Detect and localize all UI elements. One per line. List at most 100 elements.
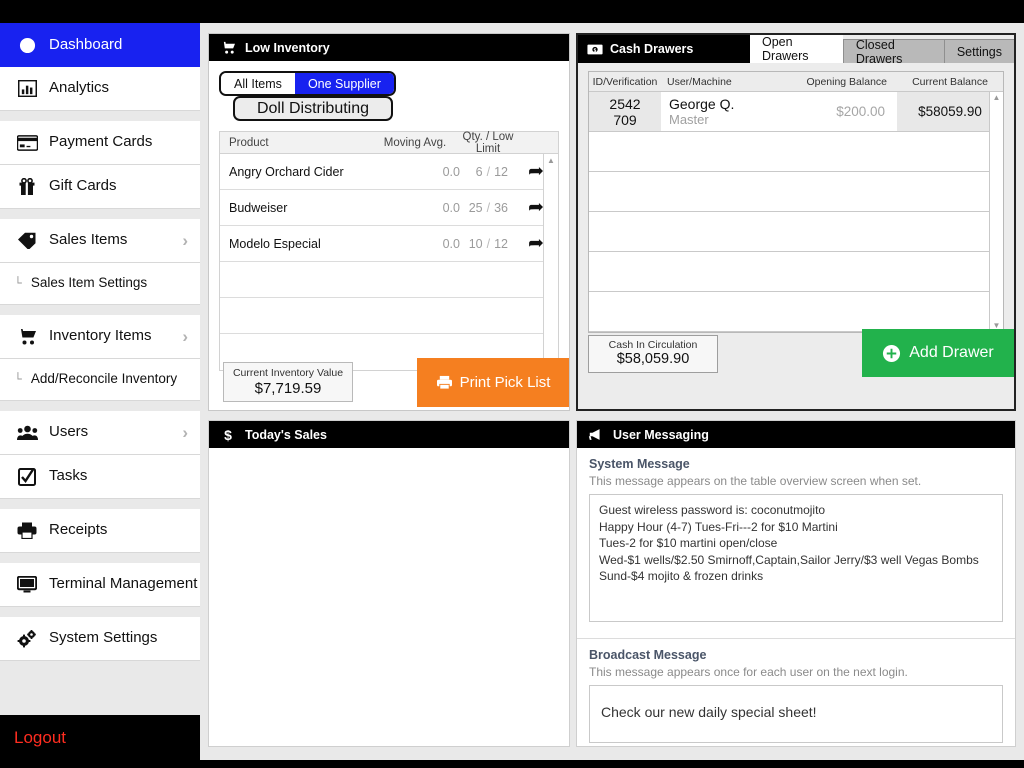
table-row[interactable]: Modelo Especial 0.0 10/12 ➦ (220, 226, 558, 262)
dashboard-app: Dashboard Analytics Payment Cards Gift Card… (0, 0, 1024, 768)
user-messaging-header: User Messaging (577, 421, 1015, 448)
sidebar: Dashboard Analytics Payment Cards Gift Card… (0, 23, 200, 760)
sidebar-item-label: Inventory Items (49, 327, 152, 345)
cell-qty-low-limit: 25/36 (460, 201, 514, 215)
low-inventory-scrollbar[interactable]: ▲ ▼ (543, 154, 558, 370)
scroll-up-icon[interactable]: ▲ (993, 92, 1001, 104)
sidebar-item-add-reconcile-inventory[interactable]: └ Add/Reconcile Inventory (0, 359, 200, 401)
scroll-up-icon[interactable]: ▲ (547, 154, 555, 168)
dollar-icon: $ (224, 426, 232, 443)
sidebar-item-receipts[interactable]: Receipts (0, 509, 200, 553)
top-chrome-bar (0, 0, 1024, 23)
system-message-input[interactable] (589, 494, 1003, 622)
sidebar-group-divider (0, 499, 200, 509)
column-moving-avg: Moving Avg. (383, 136, 447, 149)
broadcast-message-section: Broadcast Message This message appears o… (577, 639, 1015, 748)
sidebar-item-inventory-items[interactable]: Inventory Items › (0, 315, 200, 359)
table-row-empty (589, 212, 1003, 252)
branch-glyph-icon: └ (14, 276, 22, 291)
chevron-right-icon: › (182, 230, 188, 250)
monitor-icon (14, 574, 40, 596)
column-id-verification: ID/Verification (592, 75, 658, 88)
cell-moving-avg: 0.0 (442, 164, 460, 179)
system-message-heading: System Message (589, 457, 690, 471)
table-row[interactable]: Angry Orchard Cider 0.0 6/12 ➦ (220, 154, 558, 190)
qty-separator: / (486, 236, 491, 251)
sidebar-item-sales-item-settings[interactable]: └ Sales Item Settings (0, 263, 200, 305)
cell-moving-avg: 0.0 (442, 236, 460, 251)
filter-one-supplier[interactable]: One Supplier (294, 73, 394, 94)
column-current-balance: Current Balance (912, 75, 988, 88)
table-row-empty (589, 292, 1003, 332)
sidebar-group-divider (0, 305, 200, 315)
cash-drawers-panel: $ Cash Drawers Open Drawers Closed Drawe… (576, 33, 1016, 411)
sidebar-item-label: Receipts (49, 521, 108, 539)
sidebar-item-sales-items[interactable]: Sales Items › (0, 219, 200, 263)
sidebar-item-analytics[interactable]: Analytics (0, 67, 200, 111)
logout-label: Logout (14, 727, 66, 747)
qty-separator: / (486, 200, 491, 215)
sidebar-item-tasks[interactable]: Tasks (0, 455, 200, 499)
sidebar-group-divider (0, 111, 200, 121)
sidebar-item-label: Payment Cards (49, 133, 153, 151)
table-row-empty (220, 298, 558, 334)
low-inventory-body: All Items One Supplier Doll Distributing… (209, 61, 569, 371)
cell-product: Modelo Especial (229, 236, 321, 251)
svg-text:$: $ (593, 48, 596, 54)
sidebar-group-divider (0, 401, 200, 411)
cash-drawers-header: $ Cash Drawers Open Drawers Closed Drawe… (578, 35, 1014, 66)
user-messaging-title: User Messaging (613, 427, 709, 442)
money-bill-icon: $ (587, 44, 603, 55)
sidebar-item-gift-cards[interactable]: Gift Cards (0, 165, 200, 209)
gift-icon (14, 176, 40, 198)
sidebar-item-payment-cards[interactable]: Payment Cards (0, 121, 200, 165)
sidebar-item-label: Tasks (49, 467, 88, 485)
dashboard-icon (14, 34, 40, 56)
cell-user-machine: George Q. Master (661, 92, 791, 131)
cell-low-limit: 36 (494, 200, 508, 215)
plus-circle-icon (882, 344, 901, 363)
bottom-chrome-bar (0, 760, 1024, 768)
sidebar-nav: Dashboard Analytics Payment Cards Gift Card… (0, 23, 200, 661)
shopping-cart-icon (14, 326, 40, 348)
current-inventory-value: Current Inventory Value $7,719.59 (223, 362, 353, 402)
cash-drawers-table-header: ID/Verification User/Machine Opening Bal… (589, 72, 1003, 92)
cash-drawers-footer: Cash In Circulation $58,059.90 Add Drawe… (578, 329, 1014, 381)
broadcast-message-input[interactable] (589, 685, 1003, 743)
todays-sales-panel: $ Today's Sales (208, 420, 570, 747)
sidebar-item-label: Sales Items (49, 231, 128, 249)
logout-button[interactable]: Logout (0, 715, 200, 760)
cell-low-limit: 12 (494, 164, 508, 179)
low-inventory-panel: Low Inventory All Items One Supplier Dol… (208, 33, 570, 411)
column-qty-low-limit: Qty. / Low Limit (462, 130, 514, 155)
todays-sales-title: Today's Sales (245, 427, 327, 442)
add-drawer-button[interactable]: Add Drawer (862, 329, 1014, 377)
add-drawer-label: Add Drawer (909, 344, 994, 361)
sidebar-item-terminal-management[interactable]: Terminal Management (0, 563, 200, 607)
sidebar-item-dashboard[interactable]: Dashboard (0, 23, 200, 67)
cash-drawers-scrollbar[interactable]: ▲ ▼ (989, 92, 1003, 332)
cell-low-limit: 12 (494, 236, 508, 251)
cash-drawers-rows: 2542 709 George Q. Master $200.00 $58059.90 (589, 92, 1003, 332)
checkbox-icon (14, 466, 40, 488)
cash-in-circulation-label: Cash In Circulation (608, 339, 698, 351)
cell-qty: 6 (475, 164, 483, 179)
system-message-description: This message appears on the table overvi… (589, 474, 922, 488)
table-row[interactable]: 2542 709 George Q. Master $200.00 $58059.90 (589, 92, 1003, 132)
qty-separator: / (486, 164, 491, 179)
table-row-empty (220, 262, 558, 298)
table-row[interactable]: Budweiser 0.0 25/36 ➦ (220, 190, 558, 226)
cell-moving-avg: 0.0 (442, 200, 460, 215)
low-inventory-table-header: Product Moving Avg. Qty. / Low Limit (220, 130, 558, 155)
sidebar-item-system-settings[interactable]: System Settings (0, 617, 200, 661)
print-pick-list-button[interactable]: Print Pick List (417, 358, 569, 407)
tab-open-drawers[interactable]: Open Drawers (750, 35, 843, 63)
tab-closed-drawers[interactable]: Closed Drawers (842, 38, 944, 66)
tab-settings[interactable]: Settings (943, 39, 1014, 63)
sidebar-item-label: Add/Reconcile Inventory (30, 371, 178, 387)
supplier-select-button[interactable]: Doll Distributing (233, 96, 393, 121)
sidebar-item-label: Gift Cards (49, 177, 117, 195)
cash-in-circulation: Cash In Circulation $58,059.90 (588, 335, 718, 373)
sidebar-item-users[interactable]: Users › (0, 411, 200, 455)
filter-all-items[interactable]: All Items (221, 73, 295, 94)
